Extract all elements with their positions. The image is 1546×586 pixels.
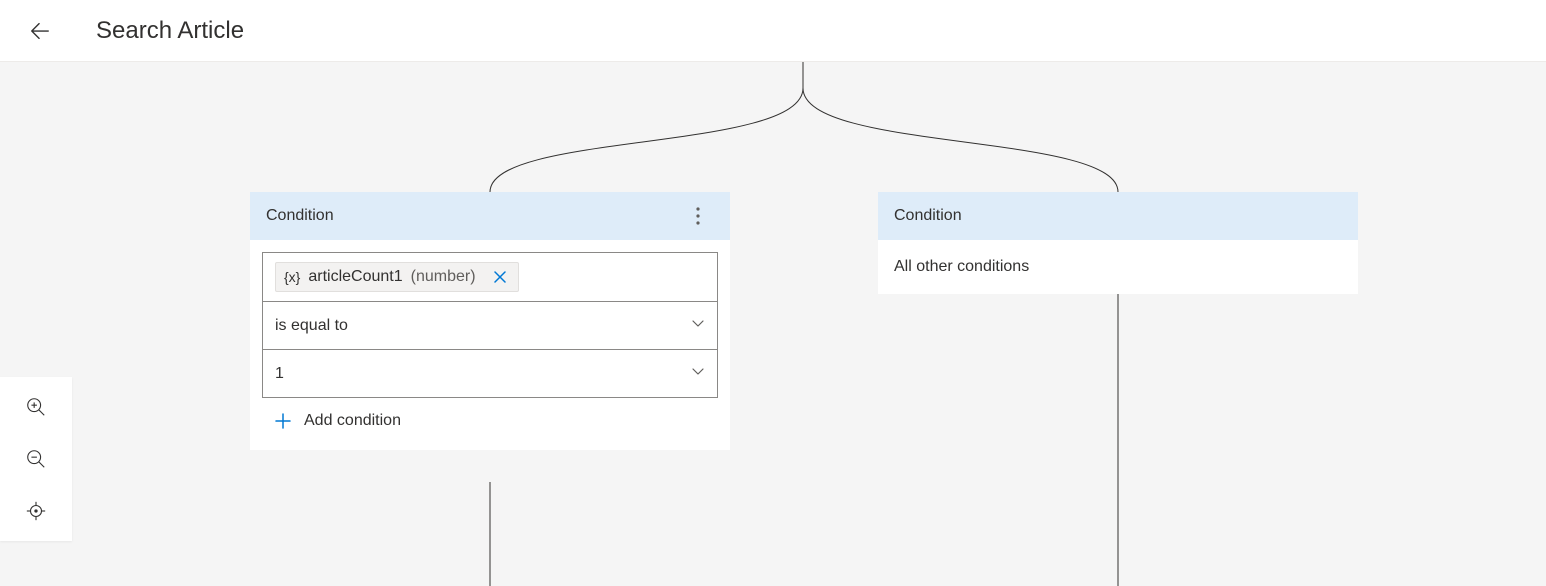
operator-value: is equal to (275, 317, 348, 335)
header-bar: Search Article (0, 0, 1546, 62)
add-condition-label: Add condition (304, 412, 401, 430)
operator-select[interactable]: is equal to (263, 301, 717, 349)
variable-chip[interactable]: {x} articleCount1 (number) (275, 262, 519, 292)
variable-name: articleCount1 (308, 268, 402, 286)
chevron-down-icon (691, 364, 705, 383)
card-header: Condition (250, 192, 730, 240)
add-condition-button[interactable]: Add condition (262, 398, 718, 438)
page-title: Search Article (96, 17, 244, 45)
target-icon (25, 500, 47, 522)
card-body: {x} articleCount1 (number) is equal to (250, 240, 730, 450)
zoom-in-button[interactable] (22, 393, 50, 421)
all-other-text: All other conditions (878, 240, 1358, 294)
flow-canvas[interactable]: Condition {x} articleCount1 (number) (0, 62, 1546, 586)
condition-editor: {x} articleCount1 (number) is equal to (262, 252, 718, 398)
card-title: Condition (894, 207, 962, 225)
variable-row[interactable]: {x} articleCount1 (number) (263, 253, 717, 301)
zoom-in-icon (25, 396, 47, 418)
zoom-out-icon (25, 448, 47, 470)
chevron-down-icon (691, 316, 705, 335)
condition-card-right[interactable]: Condition All other conditions (878, 192, 1358, 294)
value-text: 1 (275, 365, 284, 383)
card-header: Condition (878, 192, 1358, 240)
back-button[interactable] (24, 15, 56, 47)
card-more-button[interactable] (682, 200, 714, 232)
more-vertical-icon (696, 207, 700, 225)
zoom-toolbar (0, 377, 72, 541)
plus-icon (274, 412, 292, 430)
value-select[interactable]: 1 (263, 349, 717, 397)
zoom-out-button[interactable] (22, 445, 50, 473)
card-title: Condition (266, 207, 334, 225)
condition-card-left[interactable]: Condition {x} articleCount1 (number) (250, 192, 730, 450)
fit-view-button[interactable] (22, 497, 50, 525)
variable-type: (number) (411, 268, 476, 286)
variable-braces-icon: {x} (284, 269, 300, 285)
arrow-left-icon (29, 20, 51, 42)
branch-connectors (0, 62, 1546, 586)
chip-remove-button[interactable] (490, 267, 510, 287)
close-icon (494, 271, 506, 283)
